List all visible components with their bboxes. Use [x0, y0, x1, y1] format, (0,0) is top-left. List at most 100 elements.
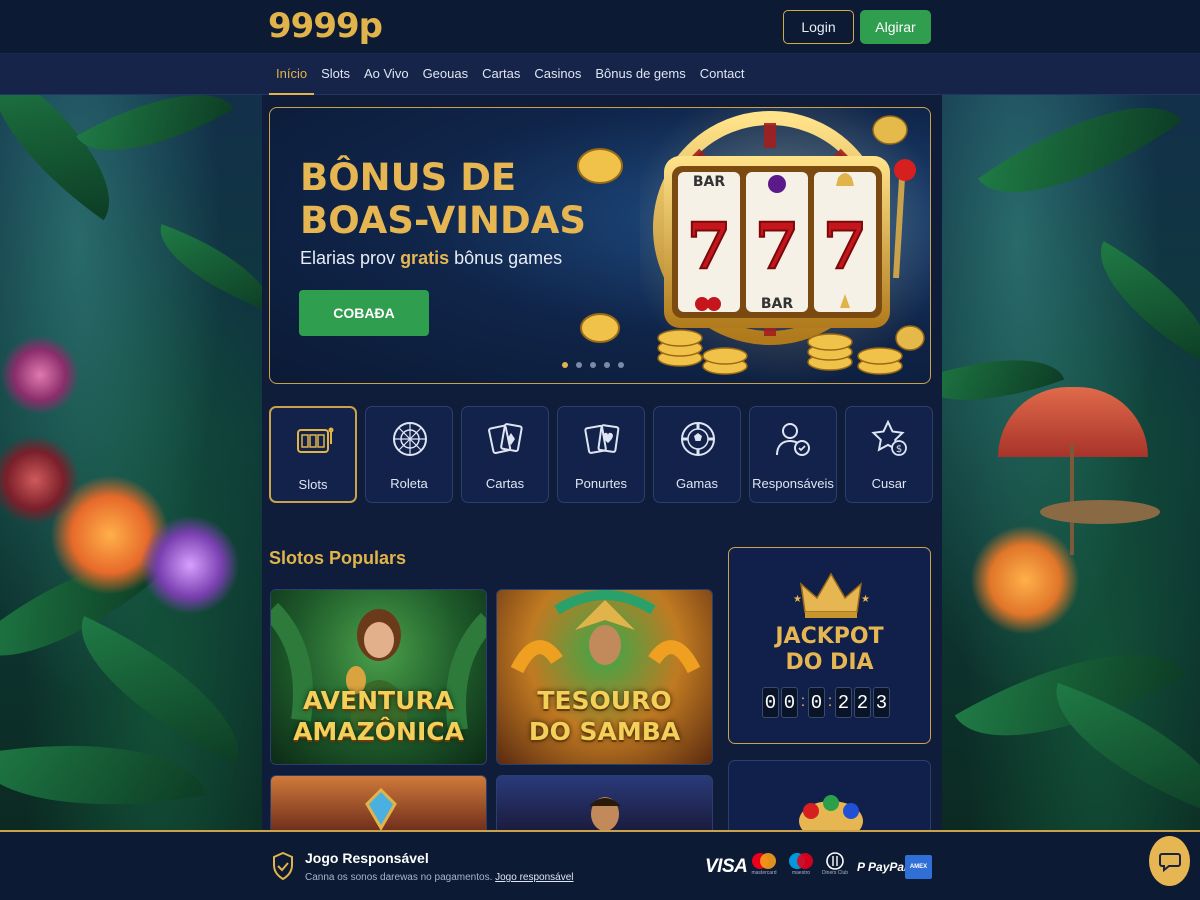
game-title-line1: AVENTURA: [303, 686, 454, 715]
reel-symbol-seven: 7: [687, 209, 732, 284]
footer-bar: Jogo Responsável Canna os sonos darewas …: [0, 830, 1200, 900]
maestro-logo: maestro: [787, 852, 815, 878]
game-title-line1: TESOURO: [537, 686, 672, 715]
category-responsaveis[interactable]: Responsáveis: [749, 406, 837, 503]
responsible-gaming-text: Canna os sonos darewas no pagamentos. Jo…: [305, 872, 574, 883]
nav-item-inicio[interactable]: Início: [269, 54, 315, 95]
banner-subtitle-highlight: gratis: [400, 248, 450, 268]
carousel-dot[interactable]: [590, 362, 596, 368]
game-card[interactable]: [270, 775, 487, 835]
promo-card[interactable]: [728, 760, 931, 840]
category-label: Cusar: [871, 476, 907, 491]
coin-icon: [577, 148, 623, 184]
category-cartas[interactable]: Cartas: [461, 406, 549, 503]
reel-symbol-bar: BAR: [693, 174, 726, 190]
category-label: Slots: [298, 477, 328, 492]
category-label: Gamas: [676, 476, 718, 491]
counter-digit: 3: [873, 687, 890, 718]
banner-cta-button[interactable]: COBAÐA: [299, 290, 429, 336]
jackpot-title: JACKPOT DO DIA: [729, 624, 930, 676]
carousel-dot[interactable]: [604, 362, 610, 368]
roulette-icon: [393, 422, 427, 456]
game-title-line2: AMAZÔNICA: [293, 717, 464, 746]
playing-cards-icon: [488, 423, 523, 455]
game-card-tesouro-do-samba[interactable]: TESOURO DO SAMBA: [496, 589, 713, 765]
nav-item-bonus[interactable]: Bônus de gems: [588, 54, 692, 95]
reel-symbol-seven: 7: [755, 209, 800, 284]
jackpot-title-line2: DO DIA: [785, 650, 874, 675]
carousel-dot[interactable]: [618, 362, 624, 368]
mastercard-label: mastercard: [751, 870, 777, 876]
crown-icon: ★ ★: [793, 572, 870, 618]
carousel-dots: [562, 362, 624, 368]
nav-item-contact[interactable]: Contact: [693, 54, 752, 95]
counter-digit: 2: [835, 687, 852, 718]
category-cusar[interactable]: $ Cusar: [845, 406, 933, 503]
mastercard-icon: [752, 853, 776, 869]
login-button[interactable]: Login: [783, 10, 854, 44]
counter-separator: :: [800, 693, 806, 710]
chat-bubble-icon: [1158, 853, 1181, 873]
poker-cards-icon: [584, 424, 620, 454]
nav-item-ao-vivo[interactable]: Ao Vivo: [357, 54, 416, 95]
nav-item-geouas[interactable]: Geouas: [416, 54, 476, 95]
counter-digit: 0: [781, 687, 798, 718]
carousel-dot[interactable]: [562, 362, 568, 368]
reel-symbol-bar: BAR: [761, 296, 794, 312]
category-gamas[interactable]: Gamas: [653, 406, 741, 503]
welcome-bonus-banner[interactable]: BÔNUS DE BOAS-VINDAS Elarias prov gratis…: [269, 107, 931, 384]
nav-item-cartas[interactable]: Cartas: [475, 54, 527, 95]
category-ponurtes[interactable]: Ponurtes: [557, 406, 645, 503]
counter-digit: 2: [854, 687, 871, 718]
responsible-gaming-link[interactable]: Jogo responsável: [495, 872, 573, 883]
category-label: Ponurtes: [574, 476, 628, 491]
category-roleta[interactable]: Roleta: [365, 406, 453, 503]
svg-text:★: ★: [793, 594, 802, 605]
site-logo[interactable]: 9999p: [268, 6, 383, 46]
character-portrait-art: [589, 797, 621, 831]
jackpot-counter: 0 0 : 0 : 2 2 3: [762, 687, 890, 718]
jungle-background-left: [0, 95, 262, 830]
banner-subtitle-post: bônus games: [454, 248, 563, 268]
game-card[interactable]: [496, 775, 713, 835]
banner-title: BÔNUS DE BOAS-VINDAS: [300, 156, 586, 242]
diners-club-label: Diners Club: [821, 870, 849, 876]
slot-machine-icon: [297, 427, 334, 453]
banner-subtitle-pre: Elarias prov: [300, 248, 396, 268]
category-slots[interactable]: Slots: [269, 406, 357, 503]
popular-slots-heading: Slotos Populars: [269, 548, 407, 568]
user-shield-icon: [776, 423, 810, 456]
coin-icon: [580, 313, 620, 343]
diners-club-icon: [826, 852, 844, 870]
banner-title-line1: BÔNUS DE: [300, 156, 517, 199]
nav-item-casinos[interactable]: Casinos: [527, 54, 588, 95]
banner-subtitle: Elarias prov gratis bônus games: [300, 248, 562, 269]
game-title-line2: DO SAMBA: [528, 717, 681, 746]
reel-symbol-seven: 7: [823, 209, 868, 284]
visa-logo: VISA: [705, 856, 748, 877]
counter-digit: 0: [762, 687, 779, 718]
paypal-logo: P PayPal: [857, 854, 907, 880]
category-label: Cartas: [485, 476, 525, 491]
carousel-dot[interactable]: [576, 362, 582, 368]
svg-text:$: $: [896, 444, 902, 455]
counter-digit: 0: [808, 687, 825, 718]
counter-separator: :: [827, 693, 833, 710]
slot-reels: BAR 7 7 7 BAR: [678, 172, 876, 312]
jackpot-panel: ★ ★ JACKPOT DO DIA 0 0 : 0 : 2 2 3: [728, 547, 931, 744]
category-label: Roleta: [390, 476, 428, 491]
shield-check-icon: [273, 852, 293, 880]
maestro-label: maestro: [791, 870, 811, 876]
maestro-icon: [789, 853, 813, 869]
responsible-gaming-title: Jogo Responsável: [305, 850, 429, 866]
top-bar: 9999p Login Algirar: [0, 0, 1200, 54]
game-card-aventura-amazonica[interactable]: AVENTURA AMAZÔNICA: [270, 589, 487, 765]
nav-item-slots[interactable]: Slots: [314, 54, 357, 95]
slot-machine-illustration: BAR 7 7 7 BAR: [640, 108, 930, 383]
signup-button[interactable]: Algirar: [860, 10, 931, 44]
chat-support-button[interactable]: [1149, 836, 1190, 886]
category-label: Responsáveis: [752, 476, 834, 491]
gem-icon: [365, 787, 397, 831]
diners-club-logo: Diners Club: [822, 852, 848, 878]
paypal-label: PayPal: [868, 860, 908, 874]
